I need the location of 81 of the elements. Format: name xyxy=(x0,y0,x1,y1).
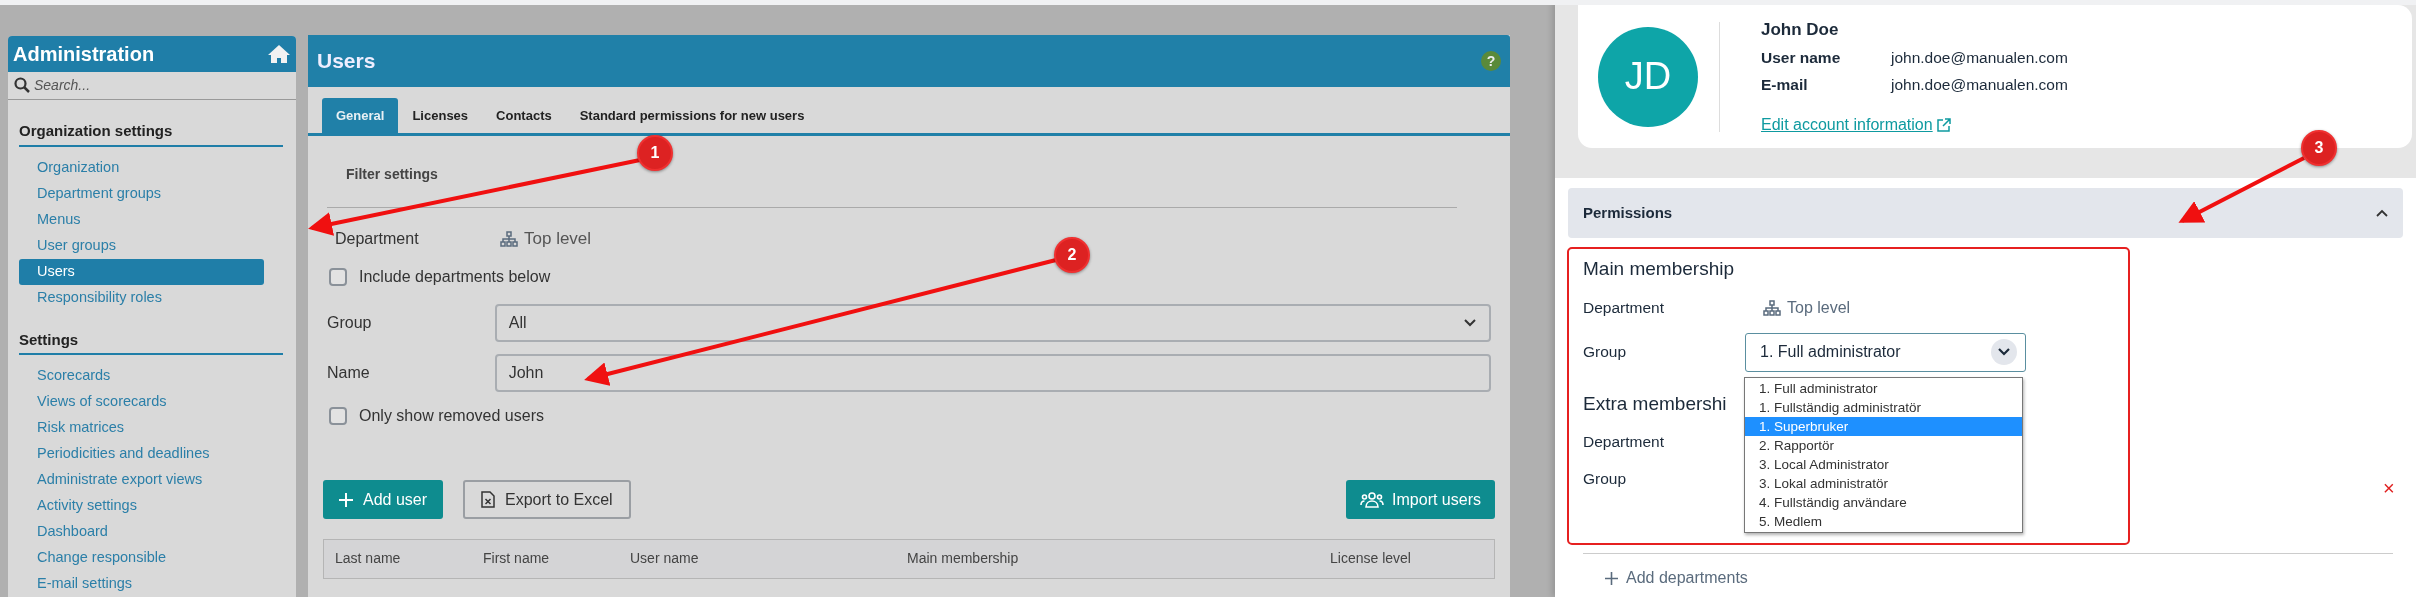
tab[interactable]: General xyxy=(322,98,399,133)
column-header: License level xyxy=(1330,549,1412,568)
sidebar-item[interactable]: Organization xyxy=(19,154,264,181)
dropdown-option[interactable]: 3. Local Administrator xyxy=(1745,455,2022,474)
field-label: Department xyxy=(335,230,419,247)
checkbox[interactable] xyxy=(329,268,347,286)
avatar: JD xyxy=(1598,26,1698,127)
dropdown-option[interactable]: 3. Lokal administratör xyxy=(1745,474,2022,493)
field-value: john.doe@manualen.com xyxy=(1891,75,2068,96)
external-link-icon xyxy=(1936,117,1951,132)
sidebar-item[interactable]: User groups xyxy=(19,232,264,259)
section-heading: Organization settings xyxy=(19,120,283,147)
search-field[interactable]: Search... xyxy=(34,74,234,96)
field-label: Group xyxy=(1583,342,1628,363)
sidebar-item[interactable]: Activity settings xyxy=(19,493,264,519)
sidebar-item[interactable]: Dashboard xyxy=(19,519,264,545)
tab[interactable]: Contacts xyxy=(482,98,566,133)
permissions-header[interactable]: Permissions xyxy=(1568,188,2403,238)
hierarchy-icon xyxy=(1763,299,1781,316)
sidebar-item[interactable]: Scorecards xyxy=(19,363,264,389)
sidebar-item[interactable]: Department groups xyxy=(19,180,264,207)
department-value[interactable]: Top level xyxy=(524,226,592,252)
section-heading: Extra membershi xyxy=(1583,391,1727,416)
field-value: john.doe@manualen.com xyxy=(1891,48,2068,68)
dropdown-option[interactable]: 2. Rapportör xyxy=(1745,436,2022,455)
field-label: Group xyxy=(1583,469,1627,490)
sidebar-item[interactable]: Views of scorecards xyxy=(19,389,264,415)
column-header: Main membership xyxy=(907,549,1020,568)
section-heading: Settings xyxy=(19,328,283,355)
user-name: John Doe xyxy=(1761,18,1840,41)
sidebar-item[interactable]: Menus xyxy=(19,206,264,233)
column-header: Last name xyxy=(335,549,402,568)
add-user-button[interactable]: Add user xyxy=(323,480,444,519)
column-header: User name xyxy=(630,549,700,568)
sidebar-item[interactable]: E-mail settings xyxy=(19,571,264,597)
field-label: Department xyxy=(1583,432,1664,452)
group-select[interactable]: All xyxy=(494,304,1491,342)
checkbox[interactable] xyxy=(329,407,347,425)
dropdown-option[interactable]: 4. Fullständig användare xyxy=(1745,493,2022,512)
department-value[interactable]: Top level xyxy=(1787,295,1851,320)
chevron-down-icon xyxy=(1463,318,1477,328)
edit-account-link[interactable]: Edit account information xyxy=(1761,112,2068,137)
chevron-down-icon xyxy=(1991,339,2017,365)
field-label: E-mail xyxy=(1761,75,1809,96)
section-heading: Main membership xyxy=(1583,257,1735,281)
field-label: Name xyxy=(327,363,371,383)
plus-icon xyxy=(339,492,353,507)
help-icon[interactable]: ? xyxy=(1481,51,1501,71)
import-users-button[interactable]: Import users xyxy=(1346,480,1495,519)
search-icon xyxy=(14,77,30,94)
spreadsheet-file-icon xyxy=(481,491,496,508)
home-icon[interactable] xyxy=(267,43,291,64)
checkbox-label: Only show removed users xyxy=(359,406,544,426)
dropdown-option[interactable]: 1. Superbruker xyxy=(1745,417,2022,436)
sidebar-item[interactable]: Responsibility roles xyxy=(19,284,264,311)
users-icon xyxy=(1360,490,1385,509)
tab[interactable]: Standard permissions for new users xyxy=(565,98,819,133)
checkbox-label: Include departments below xyxy=(359,267,551,287)
column-header: First name xyxy=(483,549,551,568)
dropdown-option[interactable]: 1. Full administrator xyxy=(1745,379,2022,398)
section-heading: Filter settings xyxy=(346,165,439,184)
add-departments-button[interactable]: Add departments xyxy=(1605,566,2403,590)
dropdown-option[interactable]: 5. Medlem xyxy=(1745,512,2022,531)
group-select[interactable]: 1. Full administrator xyxy=(1745,332,2026,372)
field-label: User name xyxy=(1761,48,1842,68)
sidebar-title: Administration xyxy=(13,41,155,67)
remove-icon[interactable]: × xyxy=(2383,473,2395,503)
sidebar-item[interactable]: Users xyxy=(19,258,264,285)
sidebar-item[interactable]: Administrate export views xyxy=(19,467,264,493)
name-field[interactable]: John xyxy=(494,354,1491,392)
plus-icon xyxy=(1605,571,1618,585)
export-button[interactable]: Export to Excel xyxy=(463,480,631,519)
sidebar-item[interactable]: Change responsible xyxy=(19,545,264,571)
field-label: Group xyxy=(327,313,373,333)
tab[interactable]: Licenses xyxy=(398,98,483,133)
panel-title: Users xyxy=(317,48,376,75)
sidebar-item[interactable]: Risk matrices xyxy=(19,415,264,441)
field-label: Department xyxy=(1583,297,1665,318)
dropdown-option[interactable]: 1. Fullständig administratör xyxy=(1745,398,2022,417)
sidebar-item[interactable]: Periodicities and deadlines xyxy=(19,441,264,467)
hierarchy-icon xyxy=(500,231,518,247)
